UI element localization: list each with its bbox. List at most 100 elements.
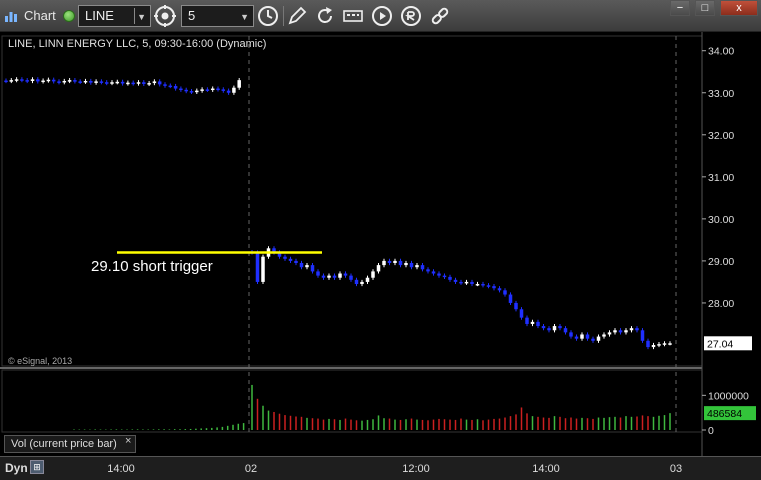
- candle-body: [36, 79, 40, 82]
- candle-body: [152, 81, 157, 84]
- interval-settings-icon[interactable]: [153, 4, 177, 28]
- candle-body: [163, 84, 167, 86]
- candle-body: [420, 265, 425, 270]
- candle-body: [173, 86, 178, 89]
- close-button[interactable]: x: [720, 0, 758, 16]
- draw-pencil-icon[interactable]: [285, 4, 309, 28]
- candle-body: [624, 330, 628, 333]
- quote-icon[interactable]: [399, 4, 423, 28]
- y-tick-label: 32.00: [708, 130, 734, 142]
- candle-body: [668, 343, 672, 345]
- price-panel-border: [1, 35, 703, 367]
- copyright-text: © eSignal, 2013: [8, 356, 73, 366]
- minimize-button[interactable]: −: [670, 0, 690, 16]
- volume-panel-border: [1, 369, 703, 433]
- candle-body: [184, 89, 188, 92]
- candle-body: [73, 80, 77, 82]
- clock-icon[interactable]: [256, 4, 280, 28]
- candle-body: [283, 256, 287, 259]
- candle-body: [591, 338, 595, 341]
- candle-body: [205, 89, 210, 91]
- candle-body: [398, 260, 403, 266]
- candle-body: [541, 326, 546, 329]
- candle-body: [131, 82, 135, 85]
- chevron-down-icon[interactable]: ▼: [240, 12, 249, 22]
- candle-body: [492, 286, 496, 289]
- candle-body: [481, 284, 485, 286]
- candle-body: [14, 79, 19, 81]
- candle-body: [338, 273, 342, 278]
- candle-body: [57, 81, 61, 83]
- candle-body: [62, 80, 67, 83]
- candle-body: [464, 281, 469, 284]
- volume-series: [73, 384, 671, 430]
- interval-select[interactable]: 5 ▼: [181, 5, 254, 27]
- candle-body: [547, 328, 551, 331]
- candle-body: [525, 317, 529, 324]
- candle-body: [613, 330, 617, 333]
- time-tick: 03: [669, 463, 683, 475]
- candle-body: [442, 275, 447, 278]
- y-tick-label: 34.00: [708, 46, 734, 58]
- candle-body: [83, 80, 88, 83]
- interval-value: 5: [188, 8, 196, 23]
- grid: [0, 32, 761, 456]
- candle-body: [104, 82, 109, 84]
- candle-body: [126, 82, 130, 85]
- candle-body: [415, 265, 419, 268]
- candle-body: [110, 82, 114, 84]
- candle-body: [221, 89, 226, 91]
- scale-settings-icon[interactable]: ⊞: [30, 460, 44, 474]
- candle-body: [9, 80, 14, 82]
- candle-body: [136, 82, 141, 84]
- candle-body: [365, 277, 370, 282]
- candle-body: [261, 256, 265, 282]
- chart-canvas[interactable]: 34.00 33.00 32.00 31.00 30.00 29.00 28.00 27.04…: [0, 32, 761, 456]
- candle-body: [486, 285, 491, 287]
- candle-body: [147, 83, 151, 85]
- last-volume-label: 486584: [707, 408, 742, 420]
- time-axis-bar: Dyn ⊞ 14:00 02 12:00 14:00 03: [0, 456, 761, 480]
- volume-study-label[interactable]: Vol (current price bar): [4, 435, 136, 453]
- link-status-icon[interactable]: [63, 10, 75, 22]
- candle-body: [459, 281, 463, 284]
- candle-body: [232, 87, 236, 93]
- candle-body: [41, 80, 45, 83]
- candle-body: [404, 263, 408, 266]
- chart-app-icon: [5, 12, 17, 22]
- candle-body: [657, 344, 661, 346]
- candle-body: [448, 276, 452, 280]
- candle-body: [475, 284, 480, 286]
- candle-body: [168, 85, 173, 88]
- symbol-divider: [134, 8, 135, 24]
- candle-body: [662, 343, 667, 345]
- keyboard-icon[interactable]: [341, 4, 365, 28]
- candle-body: [349, 275, 353, 280]
- candle-body: [288, 258, 293, 261]
- candle-body: [20, 79, 24, 81]
- toolbar-separator: [283, 6, 284, 26]
- candle-body: [51, 79, 56, 82]
- vol-tick-label: 1000000: [708, 390, 749, 402]
- y-tick-label: 33.00: [708, 88, 734, 100]
- candle-body: [255, 252, 260, 282]
- candle-body: [431, 271, 436, 274]
- y-tick-label: 28.00: [708, 298, 734, 310]
- candle-body: [602, 334, 606, 337]
- chart-title: LINE, LINN ENERGY LLC, 5, 09:30-16:00 (D…: [8, 38, 267, 50]
- link-icon[interactable]: [428, 4, 452, 28]
- candle-body: [629, 328, 634, 331]
- refresh-icon[interactable]: [313, 4, 337, 28]
- maximize-button[interactable]: □: [695, 0, 715, 16]
- play-icon[interactable]: [370, 4, 394, 28]
- candle-body: [360, 281, 364, 285]
- candle-body: [120, 81, 125, 84]
- toolbar: Chart LINE ▼ 5 ▼ − □ x: [0, 0, 761, 32]
- close-study-icon[interactable]: ×: [125, 435, 131, 447]
- app-title: Chart: [24, 8, 56, 23]
- candle-body: [635, 328, 639, 331]
- symbol-input[interactable]: LINE ▼: [78, 5, 151, 27]
- chevron-down-icon[interactable]: ▼: [137, 12, 146, 22]
- last-price-label: 27.04: [707, 338, 733, 350]
- candle-body: [393, 260, 397, 264]
